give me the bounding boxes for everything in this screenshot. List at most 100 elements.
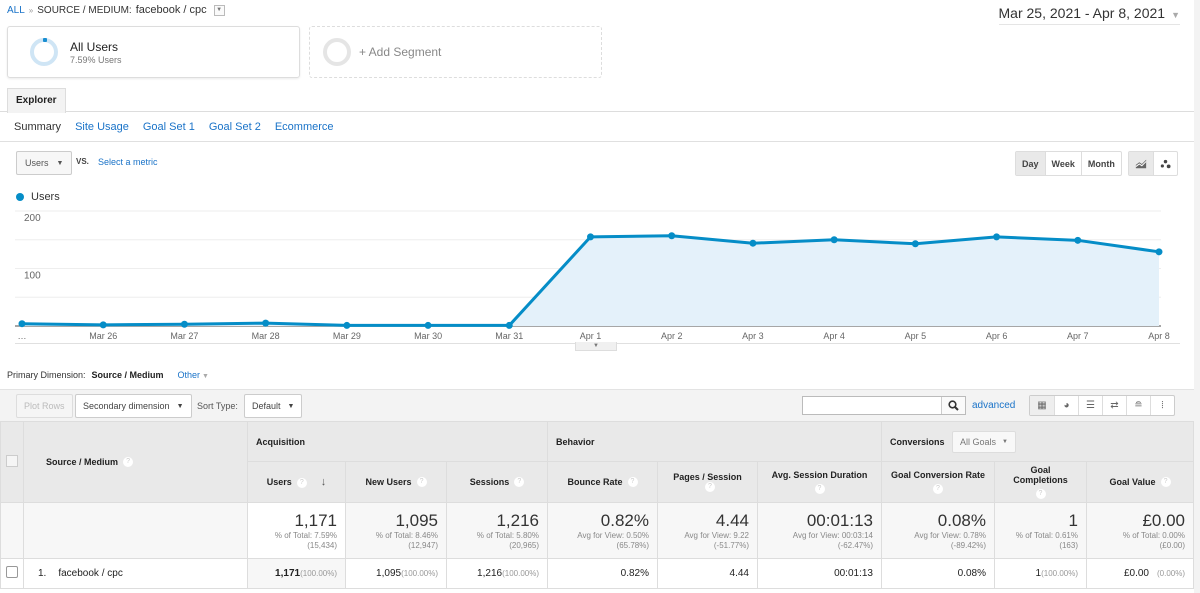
select-all-cell	[0, 421, 24, 503]
row-dimension-link[interactable]: facebook / cpc	[58, 568, 122, 579]
data-point	[505, 321, 513, 329]
day-button[interactable]: Day	[1016, 152, 1045, 175]
x-tick-label: Mar 30	[414, 331, 442, 341]
help-icon[interactable]: ?	[123, 457, 134, 468]
week-button[interactable]: Week	[1044, 152, 1081, 175]
help-icon[interactable]: ?	[416, 477, 427, 488]
row-new-users: 1,095(100.00%)	[345, 558, 447, 589]
chart-type-toggle	[1128, 151, 1178, 176]
column-label: Goal Value	[1109, 476, 1156, 487]
chevron-down-icon: ▼	[56, 159, 64, 167]
add-segment-button[interactable]: + Add Segment	[309, 26, 602, 78]
secondary-dimension-select[interactable]: Secondary dimension ▼	[75, 394, 192, 418]
total-new-users: 1,095% of Total: 8.46% (12,947)	[345, 502, 447, 559]
help-icon[interactable]: ?	[1160, 477, 1171, 488]
column-label: Goal Conversion Rate	[890, 470, 986, 480]
pivot-table-icon[interactable]: ⦙	[1150, 396, 1174, 415]
select-all-checkbox[interactable]	[6, 455, 18, 467]
plot-rows-button[interactable]: Plot Rows	[16, 394, 73, 418]
x-tick-label: Apr 2	[661, 331, 683, 341]
data-point	[1155, 248, 1163, 256]
total-value: £0.00	[1142, 510, 1185, 530]
total-note: % of Total: 8.46%	[375, 530, 438, 540]
x-tick-label: Apr 1	[580, 331, 602, 341]
help-icon[interactable]: ?	[933, 484, 943, 494]
data-point	[668, 232, 676, 240]
date-range-picker[interactable]: Mar 25, 2021 - Apr 8, 2021 ▼	[998, 5, 1180, 25]
help-icon[interactable]: ?	[627, 477, 638, 488]
chevron-down-icon: ▼	[176, 402, 184, 410]
subtab-goal-set-1[interactable]: Goal Set 1	[143, 121, 195, 133]
data-point	[343, 321, 351, 329]
help-icon[interactable]: ?	[296, 477, 307, 488]
subtab-summary[interactable]: Summary	[14, 121, 61, 133]
total-avg-session-duration: 00:01:13 Avg for View: 00:03:14 (-62.47%)	[757, 502, 882, 559]
total-note: % of Total: 0.61%	[1015, 530, 1078, 540]
divider	[0, 141, 1194, 142]
column-goal-conversion-rate[interactable]: Goal Conversion Rate?	[881, 461, 995, 503]
row-users: 1,171(100.00%)	[247, 558, 346, 589]
data-table-icon[interactable]: ▦	[1030, 396, 1054, 415]
column-avg-session-duration[interactable]: Avg. Session Duration?	[757, 461, 882, 503]
total-users: 1,171% of Total: 7.59% (15,434)	[247, 502, 346, 559]
subtab-goal-set-2[interactable]: Goal Set 2	[209, 121, 261, 133]
total-goal-value: £0.00% of Total: 0.00% (£0.00)	[1086, 502, 1194, 559]
column-sessions[interactable]: Sessions?	[446, 461, 548, 503]
breadcrumb-separator: »	[28, 5, 34, 15]
chart-collapse-handle[interactable]: ▼	[575, 342, 617, 351]
column-bounce-rate[interactable]: Bounce Rate?	[547, 461, 658, 503]
column-pages-session[interactable]: Pages / Session?	[657, 461, 758, 503]
column-new-users[interactable]: New Users?	[345, 461, 447, 503]
select-metric-link[interactable]: Select a metric	[98, 157, 158, 167]
help-icon[interactable]: ?	[705, 482, 715, 493]
row-checkbox[interactable]	[6, 566, 18, 578]
date-range-text: Mar 25, 2021 - Apr 8, 2021	[998, 5, 1166, 21]
breadcrumb-all-link[interactable]: ALL	[7, 5, 25, 16]
cell-percent: (100.00%)	[502, 569, 539, 578]
breadcrumb-dropdown-button[interactable]: ▼	[213, 4, 225, 16]
pie-chart-icon[interactable]: ◕	[1054, 396, 1078, 415]
other-dimension-link[interactable]: Other	[178, 370, 201, 380]
subtab-ecommerce[interactable]: Ecommerce	[275, 121, 334, 133]
tab-explorer[interactable]: Explorer	[7, 88, 66, 113]
chart-legend: Users	[16, 191, 60, 203]
cell-percent: (100.00%)	[300, 569, 337, 578]
term-cloud-icon[interactable]: ≘	[1126, 396, 1150, 415]
metric-select[interactable]: Users ▼	[16, 151, 72, 175]
y-tick-label: 100	[24, 271, 41, 282]
column-users[interactable]: Users? ↓	[247, 461, 346, 503]
sort-type-select[interactable]: Default ▼	[244, 394, 303, 418]
segment-all-users[interactable]: All Users 7.59% Users	[7, 26, 300, 78]
month-button[interactable]: Month	[1080, 152, 1121, 175]
subtab-site-usage[interactable]: Site Usage	[75, 121, 129, 133]
total-note: (20,965)	[509, 540, 539, 550]
data-point	[830, 236, 838, 244]
column-goal-completions[interactable]: Goal Completions?	[994, 461, 1087, 503]
motion-chart-icon[interactable]	[1153, 152, 1177, 175]
x-tick-label: Mar 26	[89, 331, 117, 341]
advanced-filter-link[interactable]: advanced	[972, 400, 1015, 411]
sort-type-value: Default	[252, 401, 281, 411]
secondary-dimension-label: Secondary dimension	[83, 401, 170, 411]
help-icon[interactable]: ?	[814, 484, 825, 494]
area-fill	[22, 235, 1159, 326]
row-goal-completions: 1(100.00%)	[994, 558, 1087, 589]
primary-dimension-value[interactable]: Source / Medium	[92, 370, 164, 380]
column-label: New Users	[365, 476, 412, 487]
column-goal-value[interactable]: Goal Value?	[1086, 461, 1194, 503]
help-icon[interactable]: ?	[514, 477, 525, 488]
help-icon[interactable]: ?	[1035, 489, 1046, 499]
search-icon[interactable]	[941, 397, 965, 414]
total-note: % of Total: 0.00%	[1122, 530, 1185, 540]
period-toggle: Day Week Month	[1015, 151, 1122, 176]
table-search-input[interactable]	[803, 397, 941, 414]
scrollbar[interactable]	[1194, 0, 1200, 593]
comparison-icon[interactable]: ⇄	[1102, 396, 1126, 415]
goals-select[interactable]: All Goals ▼	[952, 430, 1016, 453]
performance-bar-icon[interactable]: ☰	[1078, 396, 1102, 415]
cell-value: 1,095	[376, 568, 402, 579]
row-dimension-cell: 1. facebook / cpc	[23, 558, 248, 589]
column-label: Users	[266, 477, 292, 487]
total-bounce-rate: 0.82% Avg for View: 0.50% (65.78%)	[547, 502, 658, 559]
line-chart-icon[interactable]	[1129, 152, 1153, 175]
